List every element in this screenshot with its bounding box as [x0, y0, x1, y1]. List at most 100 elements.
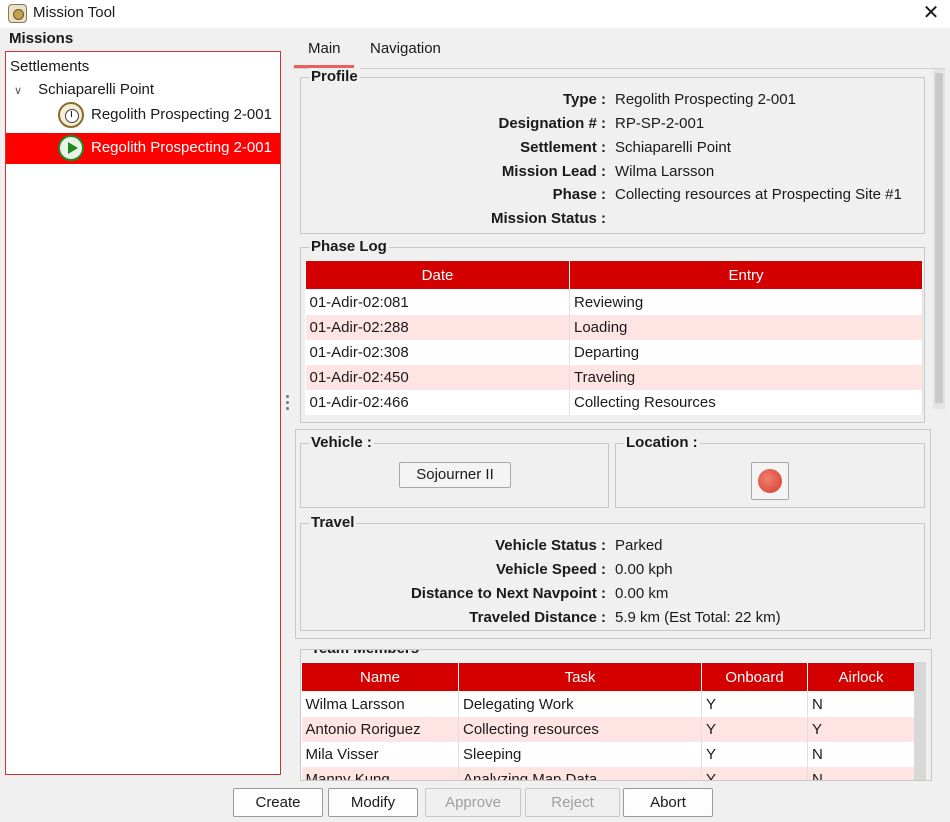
- table-row[interactable]: Manny Kung Analyzing Map Data Y N: [301, 766, 915, 780]
- vehicle-title: Vehicle :: [309, 434, 374, 452]
- mission-tree[interactable]: Settlements ∨ Schiaparelli Point Regolit…: [5, 51, 281, 775]
- title-bar: Mission Tool ✕: [0, 0, 950, 28]
- tree-item-mission[interactable]: Regolith Prospecting 2-001: [6, 100, 280, 130]
- play-icon: [58, 135, 84, 161]
- cell-airlock: N: [807, 741, 915, 767]
- table-row[interactable]: 01-Adir-02:308 Departing: [305, 339, 923, 365]
- cell-date: 01-Adir-02:288: [305, 314, 570, 340]
- action-bar: Create Modify Approve Reject Abort: [0, 784, 950, 822]
- profile-key: Phase :: [552, 186, 606, 203]
- scrollbar-thumb[interactable]: [935, 73, 943, 403]
- profile-key: Mission Lead :: [501, 163, 606, 180]
- travel-key: Vehicle Status :: [495, 537, 606, 554]
- column-header-onboard[interactable]: Onboard: [701, 662, 808, 692]
- phase-log-table[interactable]: Date Entry 01-Adir-02:081 Reviewing 01-Ad…: [305, 260, 923, 415]
- profile-key: Settlement :: [520, 139, 606, 156]
- cell-name: Manny Kung: [301, 766, 459, 780]
- table-row[interactable]: 01-Adir-02:466 Collecting Resources: [305, 389, 923, 415]
- table-row[interactable]: 01-Adir-02:081 Reviewing: [305, 289, 923, 315]
- cell-onboard: Y: [701, 741, 808, 767]
- profile-value: Schiaparelli Point: [615, 139, 731, 156]
- chevron-down-icon[interactable]: ∨: [14, 80, 26, 102]
- travel-key: Traveled Distance :: [469, 609, 606, 626]
- cell-entry: Traveling: [569, 364, 923, 390]
- travel-title: Travel: [309, 514, 357, 532]
- cell-airlock: Y: [807, 716, 915, 742]
- location-panel: Location :: [615, 434, 925, 508]
- travel-row-traveled: Traveled Distance : 5.9 km (Est Total: 22…: [301, 606, 926, 630]
- travel-panel: Travel Vehicle Status : Parked Vehicle Sp…: [300, 514, 926, 631]
- abort-button[interactable]: Abort: [623, 788, 713, 817]
- travel-row-speed: Vehicle Speed : 0.00 kph: [301, 558, 926, 582]
- cell-name: Antonio Roriguez: [301, 716, 459, 742]
- tree-item-mission-selected[interactable]: Regolith Prospecting 2-001: [6, 133, 280, 164]
- app-icon: [8, 4, 27, 23]
- profile-value: Wilma Larsson: [615, 163, 715, 180]
- cell-airlock: N: [807, 691, 915, 717]
- location-title: Location :: [624, 434, 700, 452]
- profile-panel: Profile Type : Regolith Prospecting 2-001…: [300, 68, 926, 234]
- profile-key: Type :: [562, 91, 606, 108]
- tree-root-label: Settlements: [10, 58, 90, 75]
- modify-button[interactable]: Modify: [328, 788, 418, 817]
- column-header-airlock[interactable]: Airlock: [807, 662, 915, 692]
- table-row[interactable]: Mila Visser Sleeping Y N: [301, 741, 915, 767]
- cell-task: Delegating Work: [458, 691, 702, 717]
- profile-row-designation: Designation # : RP-SP-2-001: [301, 112, 926, 136]
- profile-value: Collecting resources at Prospecting Site…: [615, 186, 902, 203]
- profile-value: Regolith Prospecting 2-001: [615, 91, 796, 108]
- cell-task: Sleeping: [458, 741, 702, 767]
- phase-log-panel: Phase Log Date Entry 01-Adir-02:081 Revie…: [300, 238, 925, 423]
- travel-row-status: Vehicle Status : Parked: [301, 534, 926, 558]
- profile-row-status: Mission Status :: [301, 207, 926, 231]
- cell-date: 01-Adir-02:466: [305, 389, 570, 415]
- profile-row-lead: Mission Lead : Wilma Larsson: [301, 160, 926, 184]
- vehicle-panel: Vehicle : Sojourner II: [300, 434, 609, 508]
- cell-date: 01-Adir-02:081: [305, 289, 570, 315]
- vehicle-button[interactable]: Sojourner II: [399, 462, 511, 488]
- reject-button[interactable]: Reject: [525, 788, 620, 817]
- close-icon[interactable]: ✕: [920, 1, 942, 25]
- cell-onboard: Y: [701, 716, 808, 742]
- cell-name: Wilma Larsson: [301, 691, 459, 717]
- cell-onboard: Y: [701, 691, 808, 717]
- column-header-date[interactable]: Date: [305, 260, 570, 290]
- travel-value: 0.00 km: [615, 585, 669, 602]
- missions-label: Missions: [9, 30, 74, 47]
- location-button[interactable]: [751, 462, 789, 500]
- main-panel: Profile Type : Regolith Prospecting 2-001…: [293, 68, 945, 781]
- table-row[interactable]: 01-Adir-02:288 Loading: [305, 314, 923, 340]
- column-header-name[interactable]: Name: [301, 662, 459, 692]
- tree-item-label: Regolith Prospecting 2-001: [91, 139, 272, 156]
- travel-key: Distance to Next Navpoint :: [410, 585, 606, 602]
- window-title: Mission Tool: [33, 4, 116, 21]
- team-members-title: Team Members: [309, 650, 422, 658]
- travel-row-next-navpoint: Distance to Next Navpoint : 0.00 km: [301, 582, 926, 606]
- tab-main[interactable]: Main: [294, 36, 354, 68]
- column-header-entry[interactable]: Entry: [569, 260, 923, 290]
- clock-icon: [58, 102, 84, 128]
- column-header-task[interactable]: Task: [458, 662, 702, 692]
- team-members-panel: Team Members Name Task Onboard Airlock W…: [300, 649, 932, 781]
- approve-button[interactable]: Approve: [425, 788, 521, 817]
- cell-entry: Reviewing: [569, 289, 923, 315]
- travel-value: Parked: [615, 537, 663, 554]
- vertical-scrollbar[interactable]: [933, 69, 945, 409]
- profile-value: RP-SP-2-001: [615, 115, 705, 132]
- cell-onboard: Y: [701, 766, 808, 780]
- cell-entry: Collecting Resources: [569, 389, 923, 415]
- table-row[interactable]: 01-Adir-02:450 Traveling: [305, 364, 923, 390]
- mars-globe-icon: [758, 469, 782, 493]
- tree-item-label: Regolith Prospecting 2-001: [91, 106, 272, 123]
- cell-task: Analyzing Map Data: [458, 766, 702, 780]
- split-pane-divider[interactable]: [286, 395, 290, 417]
- table-row[interactable]: Antonio Roriguez Collecting resources Y Y: [301, 716, 915, 742]
- profile-row-phase: Phase : Collecting resources at Prospecti…: [301, 183, 926, 207]
- profile-row-settlement: Settlement : Schiaparelli Point: [301, 136, 926, 160]
- tab-navigation[interactable]: Navigation: [356, 36, 455, 68]
- table-row[interactable]: Wilma Larsson Delegating Work Y N: [301, 691, 915, 717]
- team-members-table[interactable]: Name Task Onboard Airlock Wilma Larsson D…: [301, 662, 915, 780]
- team-table-scrollbar[interactable]: [914, 662, 926, 780]
- create-button[interactable]: Create: [233, 788, 323, 817]
- profile-key: Designation # :: [498, 115, 606, 132]
